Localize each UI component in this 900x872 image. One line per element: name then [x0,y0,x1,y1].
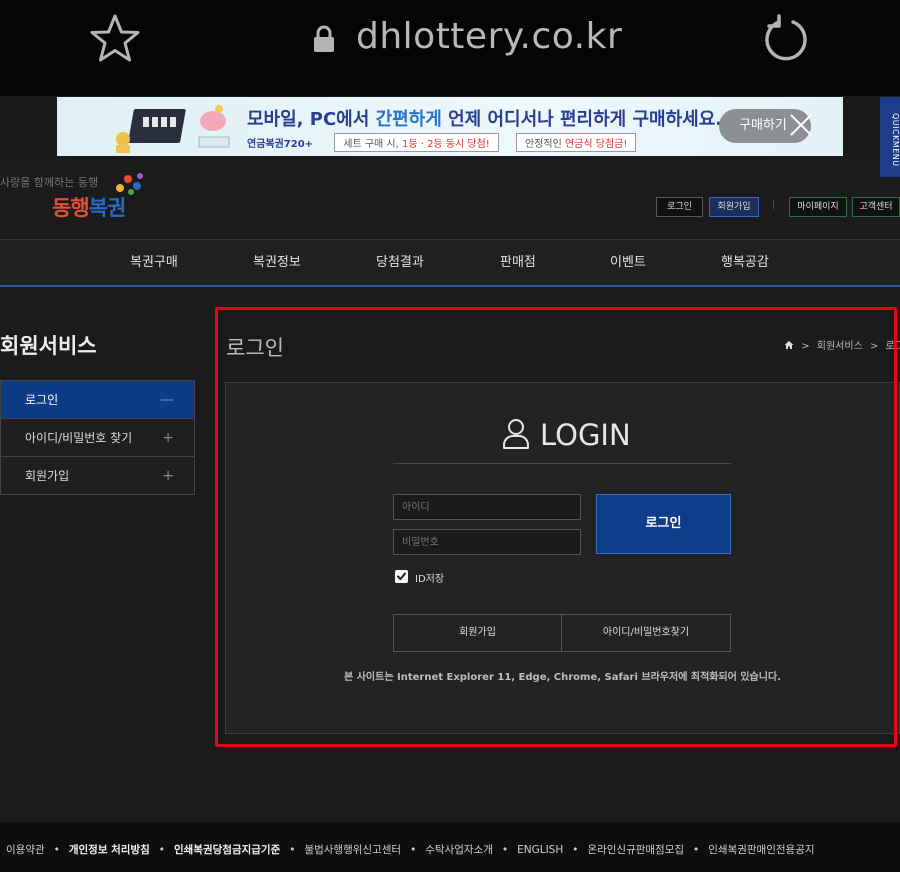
banner-stable-pre: 안정적인 [524,139,565,150]
footer-link[interactable]: 인쇄복권당첨금지급기준 [174,842,280,857]
sidebar-title: 회원서비스 [0,334,97,358]
footer-separator: • [410,844,417,856]
banner-brand: 연금복권720+ [247,139,314,150]
footer-link[interactable]: 이용약관 [6,842,45,857]
footer-separator: • [158,844,165,856]
footer-link[interactable]: 개인정보 처리방침 [69,842,150,857]
browser-address-bar: dhlottery.co.kr [0,0,900,96]
expand-icon: + [162,468,174,484]
close-icon[interactable] [787,111,815,139]
footer-separator: • [572,844,579,856]
footer-link[interactable]: ENGLISH [517,844,563,856]
sidebar-item-find-account[interactable]: 아이디/비밀번호 찾기 + [1,419,194,457]
banner-set-pre: 세트 구매 시, [343,139,402,150]
footer-separator: • [693,844,700,856]
reload-icon[interactable] [760,13,812,65]
banner-headline-post: 언제 어디서나 편리하게 구매하세요. [441,109,723,130]
computer-illustration-icon [116,105,230,153]
nav-item-stores[interactable]: 판매점 [500,240,536,286]
logo-name-part2: 복권 [88,196,127,220]
site-logo[interactable]: 동행복권 [52,192,127,222]
banner-stable-text: 안정적인 연금식 당첨금! [515,133,637,152]
header-join-link[interactable]: 회원가입 [709,197,759,217]
lock-icon [314,25,334,52]
promo-banner[interactable]: 모바일, PC에서 간편하게 언제 어디서나 편리하게 구매하세요. 연금복권7… [57,97,843,156]
logo-name-part1: 동행 [52,196,90,220]
collapse-icon: — [160,392,174,408]
nav-item-lottery-purchase[interactable]: 복권구매 [130,240,178,286]
nav-item-events[interactable]: 이벤트 [610,240,646,286]
main-navigation: 복권구매 복권정보 당첨결과 판매점 이벤트 행복공감 [0,239,900,287]
footer: 이용약관 • 개인정보 처리방침 • 인쇄복권당첨금지급기준 • 불법사행행위신고센터 • 수탁… [0,822,900,872]
sidebar-item-label: 아이디/비밀번호 찾기 [25,431,133,445]
banner-headline: 모바일, PC에서 간편하게 언제 어디서나 편리하게 구매하세요. [247,105,722,131]
banner-headline-pre: 모바일, PC에서 [247,109,376,130]
banner-headline-highlight: 간편하게 [375,109,442,130]
footer-link[interactable]: 불법사행행위신고센터 [304,842,401,857]
nav-item-happiness[interactable]: 행복공감 [721,240,769,286]
sidebar-item-label: 로그인 [25,393,59,407]
header-customer-center-link[interactable]: 고객센터 [852,197,900,217]
footer-link[interactable]: 온라인신규판매점모집 [587,842,684,857]
header-mypage-link[interactable]: 마이페이지 [789,197,847,217]
header-separator: | [772,199,776,210]
nav-item-lottery-info[interactable]: 복권정보 [253,240,301,286]
banner-stable-highlight: 연금식 당첨금! [564,139,628,150]
footer-link[interactable]: 수탁사업자소개 [425,842,493,857]
header-login-link[interactable]: 로그인 [656,197,703,217]
sidebar-menu: 로그인 — 아이디/비밀번호 찾기 + 회원가입 + [0,380,195,495]
banner-set-highlight: 1등 · 2등 동시 당첨! [401,139,490,150]
sidebar-item-join[interactable]: 회원가입 + [1,457,194,495]
footer-separator: • [53,844,60,856]
footer-links: 이용약관 • 개인정보 처리방침 • 인쇄복권당첨금지급기준 • 불법사행행위신고센터 • 수탁… [6,842,815,857]
banner-subline: 연금복권720+ 세트 구매 시, 1등 · 2등 동시 당첨! 안정적인 연금… [247,133,637,152]
expand-icon: + [162,430,174,446]
footer-separator: • [501,844,509,856]
highlight-frame [215,307,897,747]
star-icon[interactable] [88,12,142,66]
sidebar-item-label: 회원가입 [25,469,70,483]
quickmenu-tab[interactable]: QUICKMENU [880,97,900,177]
sidebar-item-login[interactable]: 로그인 — [1,381,194,419]
logo-tagline: 사랑을 함께하는 동행 [0,176,99,189]
footer-link[interactable]: 인쇄복권판매인전용공지 [708,842,814,857]
banner-set-text: 세트 구매 시, 1등 · 2등 동시 당첨! [334,133,499,152]
footer-separator: • [289,844,296,856]
url-text[interactable]: dhlottery.co.kr [356,16,622,57]
nav-item-results[interactable]: 당첨결과 [376,240,424,286]
